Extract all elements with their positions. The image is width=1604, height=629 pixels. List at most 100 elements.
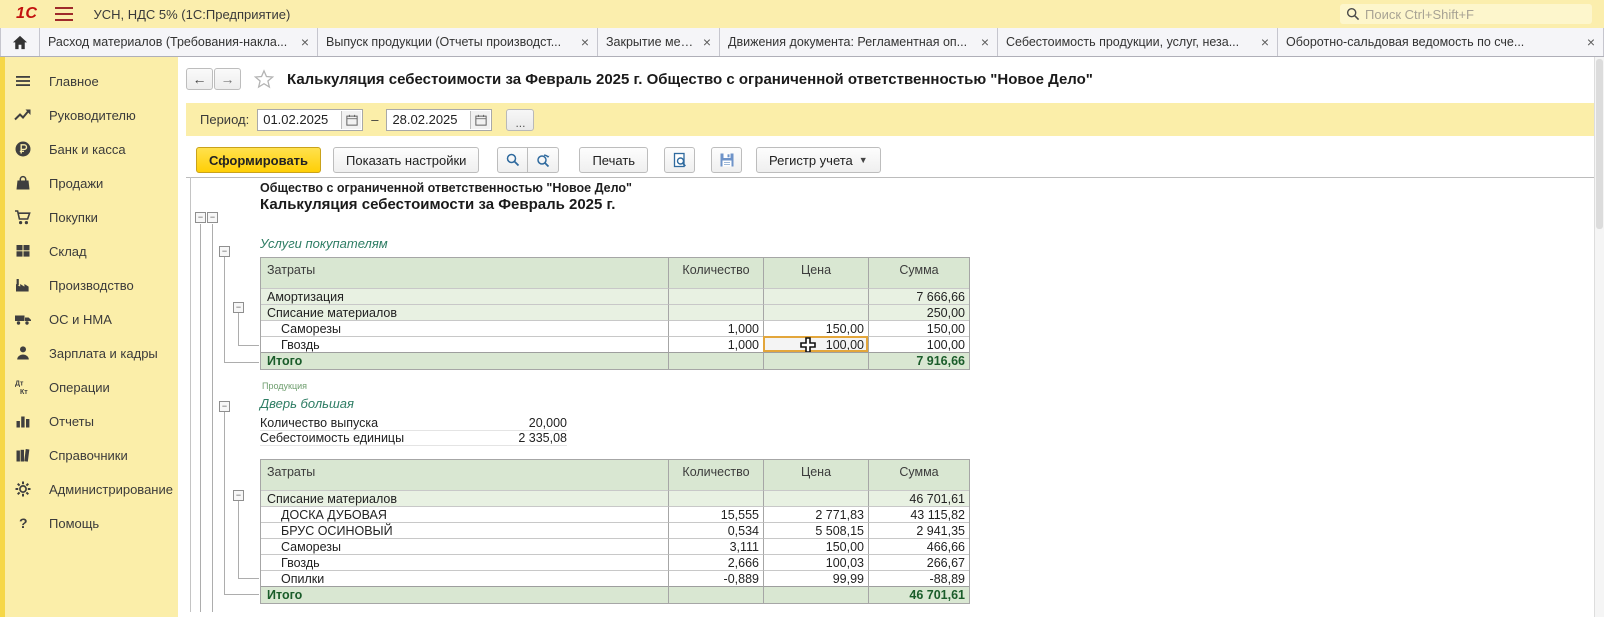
calendar-icon[interactable]	[341, 111, 361, 129]
period-to-input[interactable]	[387, 112, 465, 127]
preview-button[interactable]	[664, 147, 695, 173]
cell-label[interactable]: Саморезы	[261, 538, 668, 554]
cell-price[interactable]	[763, 352, 868, 369]
tab-close-icon[interactable]: ×	[581, 35, 589, 49]
cell-sum[interactable]: 150,00	[868, 320, 969, 336]
cell-label[interactable]: Опилки	[261, 570, 668, 586]
main-menu-icon[interactable]	[55, 7, 73, 21]
calendar-icon[interactable]	[470, 111, 490, 129]
cell-price[interactable]	[763, 288, 868, 304]
cell-sum[interactable]: -88,89	[868, 570, 969, 586]
collapse-button[interactable]: −	[219, 401, 230, 412]
cell-price[interactable]: 2 771,83	[763, 506, 868, 522]
tab-3[interactable]: Закрытие месяца×	[598, 28, 720, 56]
cell-sum[interactable]: 46 701,61	[868, 490, 969, 506]
column-header[interactable]: Затраты	[261, 258, 668, 288]
output-qty-value[interactable]: 20,000	[529, 416, 567, 430]
cell-sum[interactable]: 7 916,66	[868, 352, 969, 369]
sidebar-item-10[interactable]: ДтКтОперации	[5, 370, 178, 404]
sidebar-item-5[interactable]: Покупки	[5, 200, 178, 234]
column-header[interactable]: Сумма	[868, 460, 969, 490]
cell-label[interactable]: Гвоздь	[261, 554, 668, 570]
cell-sum[interactable]: 43 115,82	[868, 506, 969, 522]
column-header[interactable]: Сумма	[868, 258, 969, 288]
cell-qty[interactable]: 1,000	[668, 320, 763, 336]
find-next-button[interactable]	[528, 147, 559, 173]
cell-qty[interactable]: 0,534	[668, 522, 763, 538]
collapse-button[interactable]: −	[233, 490, 244, 501]
tab-1[interactable]: Расход материалов (Требования-накла...×	[40, 28, 318, 56]
sidebar-item-2[interactable]: Руководителю	[5, 98, 178, 132]
cell-price[interactable]	[763, 304, 868, 320]
global-search[interactable]	[1340, 4, 1592, 24]
collapse-button[interactable]: −	[233, 302, 244, 313]
cell-price[interactable]: 100,03	[763, 554, 868, 570]
sidebar-item-8[interactable]: ОС и НМА	[5, 302, 178, 336]
tab-6[interactable]: Оборотно-сальдовая ведомость по сче...×	[1278, 28, 1604, 56]
period-more-button[interactable]: ...	[506, 109, 534, 131]
cell-label[interactable]: Списание материалов	[261, 490, 668, 506]
cell-label[interactable]: Списание материалов	[261, 304, 668, 320]
cell-label[interactable]: Итого	[261, 586, 668, 603]
column-header[interactable]: Затраты	[261, 460, 668, 490]
cell-qty[interactable]	[668, 304, 763, 320]
sidebar-item-14[interactable]: ?Помощь	[5, 506, 178, 540]
cell-sum[interactable]: 2 941,35	[868, 522, 969, 538]
cell-qty[interactable]: 1,000	[668, 336, 763, 352]
collapse-button[interactable]: −	[207, 212, 218, 223]
cell-qty[interactable]	[668, 490, 763, 506]
sidebar-item-4[interactable]: Продажи	[5, 166, 178, 200]
period-from-input[interactable]	[258, 112, 336, 127]
cell-sum[interactable]: 250,00	[868, 304, 969, 320]
show-settings-button[interactable]: Показать настройки	[333, 147, 479, 173]
cell-sum[interactable]: 466,66	[868, 538, 969, 554]
sidebar-item-1[interactable]: Главное	[5, 64, 178, 98]
cell-sum[interactable]: 7 666,66	[868, 288, 969, 304]
sidebar-item-12[interactable]: Справочники	[5, 438, 178, 472]
collapse-button[interactable]: −	[195, 212, 206, 223]
cell-qty[interactable]: -0,889	[668, 570, 763, 586]
tab-close-icon[interactable]: ×	[1261, 35, 1269, 49]
cell-price[interactable]: 150,00	[763, 538, 868, 554]
cell-label[interactable]: Итого	[261, 352, 668, 369]
cell-price[interactable]	[763, 586, 868, 603]
cell-price[interactable]: 5 508,15	[763, 522, 868, 538]
cell-qty[interactable]	[668, 586, 763, 603]
cell-sum[interactable]: 46 701,61	[868, 586, 969, 603]
cell-label[interactable]: ДОСКА ДУБОВАЯ	[261, 506, 668, 522]
cell-price[interactable]: 150,00	[763, 320, 868, 336]
cell-price[interactable]: 99,99	[763, 570, 868, 586]
column-header[interactable]: Количество	[668, 258, 763, 288]
generate-button[interactable]: Сформировать	[196, 147, 321, 173]
tab-5[interactable]: Себестоимость продукции, услуг, неза...×	[998, 28, 1278, 56]
cell-qty[interactable]	[668, 352, 763, 369]
unit-cost-value[interactable]: 2 335,08	[518, 431, 567, 445]
cell-label[interactable]: БРУС ОСИНОВЫЙ	[261, 522, 668, 538]
tab-close-icon[interactable]: ×	[981, 35, 989, 49]
tab-close-icon[interactable]: ×	[703, 35, 711, 49]
cell-label[interactable]: Гвоздь	[261, 336, 668, 352]
cell-qty[interactable]: 15,555	[668, 506, 763, 522]
tab-2[interactable]: Выпуск продукции (Отчеты производст...×	[318, 28, 598, 56]
column-header[interactable]: Цена	[763, 460, 868, 490]
back-button[interactable]: ←	[186, 68, 213, 90]
cell-label[interactable]: Саморезы	[261, 320, 668, 336]
sidebar-item-9[interactable]: Зарплата и кадры	[5, 336, 178, 370]
collapse-button[interactable]: −	[219, 246, 230, 257]
tab-close-icon[interactable]: ×	[1587, 35, 1595, 49]
cell-price[interactable]	[763, 490, 868, 506]
sidebar-item-7[interactable]: Производство	[5, 268, 178, 302]
sidebar-item-11[interactable]: Отчеты	[5, 404, 178, 438]
tab-close-icon[interactable]: ×	[301, 35, 309, 49]
find-button[interactable]	[497, 147, 528, 173]
cell-qty[interactable]: 2,666	[668, 554, 763, 570]
cell-qty[interactable]: 3,111	[668, 538, 763, 554]
sidebar-item-6[interactable]: Склад	[5, 234, 178, 268]
home-tab[interactable]	[0, 28, 40, 56]
cell-label[interactable]: Амортизация	[261, 288, 668, 304]
cell-price[interactable]: 100,00	[763, 336, 868, 352]
sidebar-item-13[interactable]: Администрирование	[5, 472, 178, 506]
vertical-scrollbar[interactable]	[1594, 57, 1604, 617]
cell-sum[interactable]: 100,00	[868, 336, 969, 352]
scrollbar-thumb[interactable]	[1596, 59, 1603, 229]
